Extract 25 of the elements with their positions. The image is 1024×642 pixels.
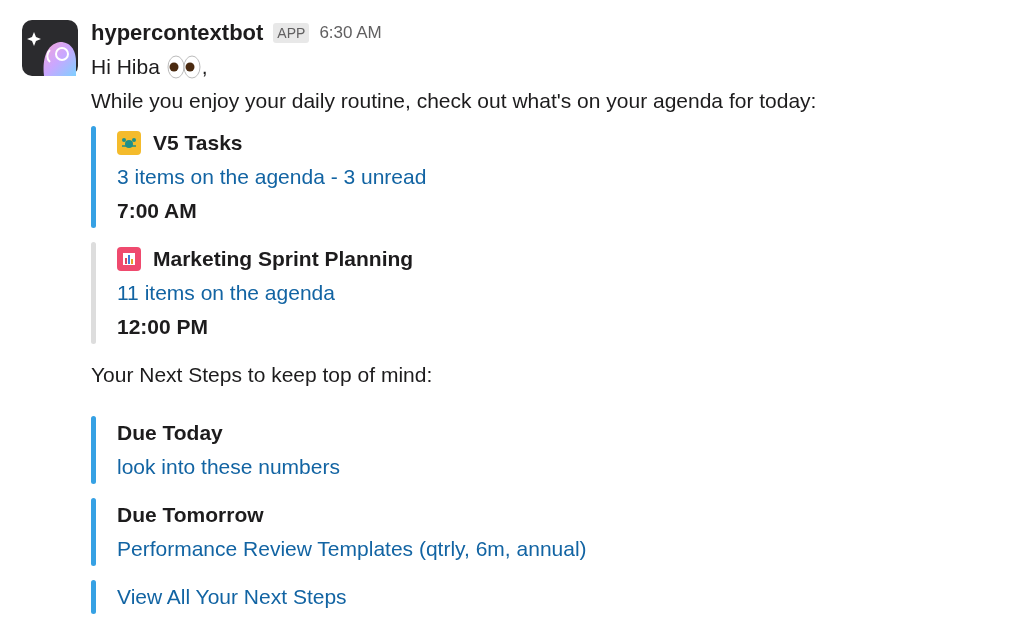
next-steps-heading: Your Next Steps to keep top of mind: — [91, 362, 434, 388]
intro-text: While you enjoy your daily routine, check out what's on your agenda for today: — [91, 88, 817, 114]
meeting-time: 7:00 AM — [117, 199, 197, 223]
attachment-bar — [91, 498, 96, 566]
message-time[interactable]: 6:30 AM — [319, 23, 382, 43]
meeting-title: Marketing Sprint Planning — [153, 247, 414, 271]
agenda-link[interactable]: 11 items on the agenda — [117, 281, 335, 305]
greeting-comma: , — [201, 55, 208, 79]
bug-icon — [117, 131, 141, 155]
eyes-icon — [165, 55, 202, 79]
meeting-title: V5 Tasks — [153, 131, 243, 155]
greeting-text: Hi Hiba — [91, 55, 160, 79]
bar-chart-icon — [117, 247, 141, 271]
attachment-bar — [91, 416, 96, 484]
bot-avatar[interactable] — [22, 20, 78, 76]
sender-name[interactable]: hypercontextbot — [91, 20, 264, 46]
agenda-link[interactable]: 3 items on the agenda - 3 unread — [117, 165, 427, 189]
view-all-link[interactable]: View All Your Next Steps — [117, 585, 347, 609]
meeting-time: 12:00 PM — [117, 315, 209, 339]
next-step-link[interactable]: Performance Review Templates (qtrly, 6m, annual) — [117, 537, 587, 561]
attachment-bar — [91, 580, 96, 614]
due-label: Due Today — [117, 421, 223, 445]
app-badge: APP — [273, 23, 310, 43]
next-step-link[interactable]: look into these numbers — [117, 455, 340, 479]
due-label: Due Tomorrow — [117, 503, 264, 527]
